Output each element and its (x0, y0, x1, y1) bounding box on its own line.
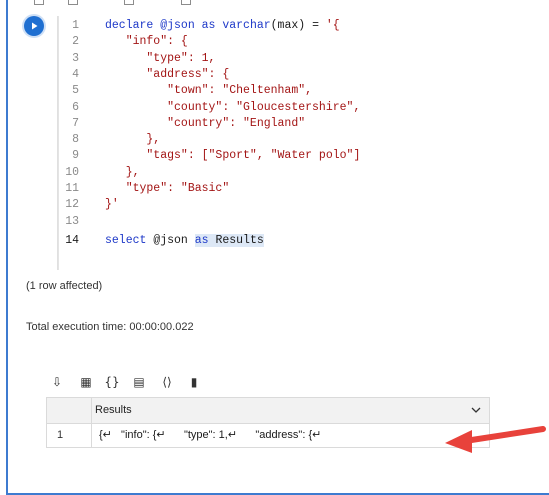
line-number: 1 (72, 19, 79, 32)
code-line[interactable]: 6 "county": "Gloucestershire", (59, 100, 539, 116)
code-text: }, (105, 133, 161, 147)
code-text: "county": "Gloucestershire", (105, 100, 361, 114)
code-text: "tags": ["Sport", "Water polo"] (105, 149, 361, 163)
add-icon[interactable] (34, 0, 44, 5)
line-number: 9 (72, 149, 79, 163)
code-editor[interactable]: 1 declare @json as varchar(max) = '{ 2 "in… (58, 16, 549, 270)
copy-icon[interactable] (124, 0, 134, 5)
line-number: 6 (72, 100, 79, 114)
code-line[interactable]: 9 "tags": ["Sport", "Water polo"] (59, 148, 539, 164)
line-number: 10 (65, 165, 79, 179)
results-grid[interactable]: Results 1 {↵ "info": {↵ "type": 1,↵ "add… (46, 397, 490, 451)
code-line[interactable]: 14 select @json as Results (59, 233, 539, 249)
code-text: "type": 1, (105, 51, 216, 65)
code-line[interactable]: 2 "info": { (59, 34, 539, 50)
code-text: "town": "Cheltenham", (105, 84, 313, 98)
grid-header: Results (46, 397, 490, 424)
row-header-corner (47, 398, 92, 423)
line-number: 2 (72, 35, 79, 49)
column-header-results[interactable]: Results (95, 404, 132, 416)
code-text: "info": { (105, 35, 188, 49)
line-number: 12 (65, 198, 79, 212)
play-icon (32, 22, 38, 30)
code-text: }' (105, 198, 119, 212)
line-number: 11 (65, 182, 79, 195)
code-line[interactable]: 8 }, (59, 132, 539, 148)
annotation-arrow (445, 426, 546, 453)
code-line[interactable]: 1 declare @json as varchar(max) = '{ (59, 18, 539, 34)
code-line[interactable]: 12 }' (59, 197, 539, 213)
link-icon[interactable] (68, 0, 78, 5)
save-csv-icon[interactable]: ⇩ (49, 374, 65, 390)
results-cell-value[interactable]: {↵ "info": {↵ "type": 1,↵ "address": {↵ (99, 428, 321, 441)
execution-time-message: Total execution time: 00:00:00.022 (26, 321, 194, 333)
code-line[interactable]: 5 "town": "Cheltenham", (59, 83, 539, 99)
code-line[interactable]: 3 "type": 1, (59, 51, 539, 67)
cell-toolbar (28, 0, 218, 6)
line-number: 13 (65, 214, 79, 228)
save-xml-icon[interactable]: ▤ (131, 374, 147, 390)
code-line[interactable]: 7 "country": "England" (59, 116, 539, 132)
code-line[interactable]: 4 "address": { (59, 67, 539, 83)
code-text: }, (105, 165, 140, 179)
run-cell-button[interactable] (24, 16, 44, 36)
save-excel-icon[interactable]: ▦ (78, 374, 94, 390)
table-row[interactable]: 1 {↵ "info": {↵ "type": 1,↵ "address": {… (46, 424, 490, 448)
line-number: 8 (72, 133, 79, 147)
row-number: 1 (47, 424, 92, 447)
delete-icon[interactable] (181, 0, 191, 5)
code-text: "address": { (105, 67, 230, 81)
line-number: 14 (65, 233, 79, 247)
code-line[interactable]: 11 "type": "Basic" (59, 181, 539, 197)
code-text: "country": "England" (105, 116, 306, 130)
save-json-icon[interactable]: {} (104, 374, 120, 390)
rows-affected-message: (1 row affected) (26, 280, 103, 292)
chevron-down-icon[interactable] (470, 404, 482, 416)
code-text: select @json as Results (105, 233, 264, 247)
line-number: 4 (72, 67, 79, 81)
copy-code-icon[interactable]: ⟨⟩ (159, 374, 175, 390)
code-line[interactable]: 13 (59, 214, 539, 230)
line-number: 7 (72, 116, 79, 130)
code-text: declare @json as varchar(max) = '{ (105, 19, 340, 32)
line-number: 5 (72, 84, 79, 98)
code-text: "type": "Basic" (105, 182, 230, 195)
code-line[interactable]: 10 }, (59, 165, 539, 181)
chart-icon[interactable]: ▮ (186, 374, 202, 390)
line-number: 3 (72, 51, 79, 65)
